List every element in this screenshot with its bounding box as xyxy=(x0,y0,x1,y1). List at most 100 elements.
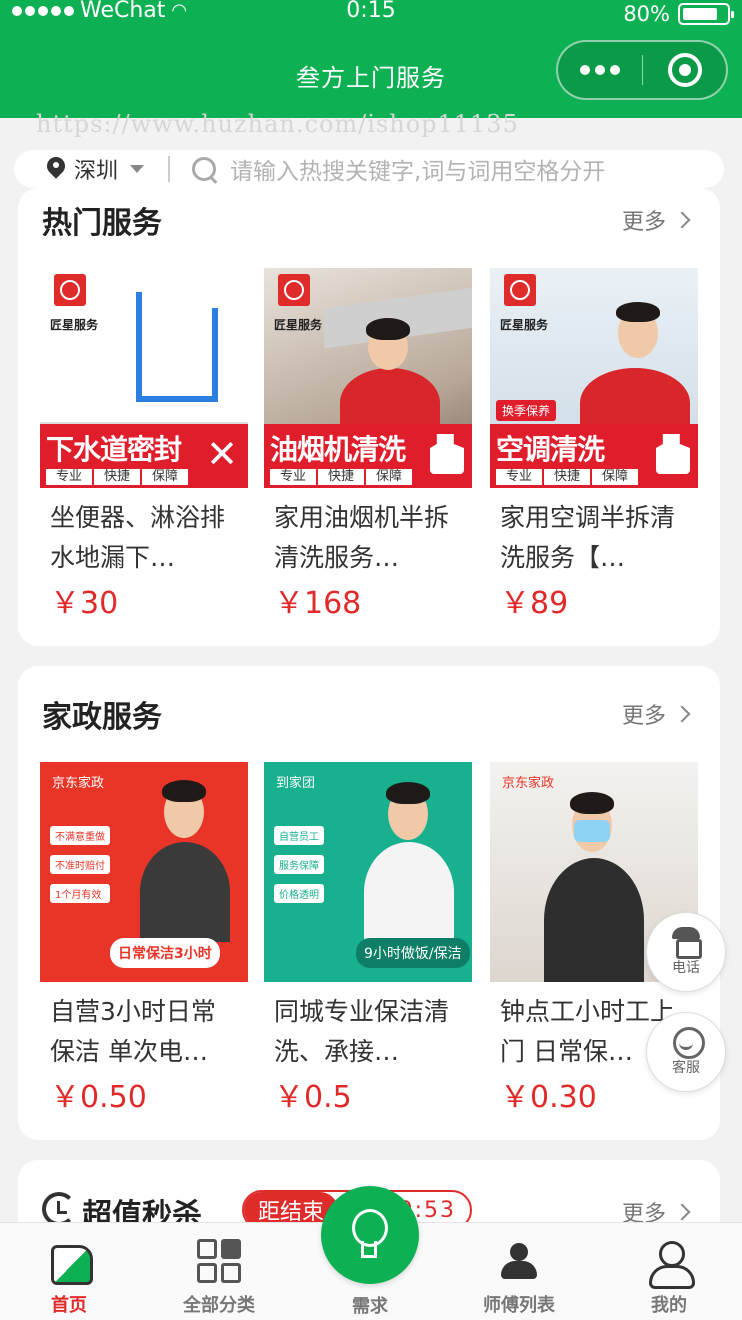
banner-title: 空调清洗 xyxy=(496,433,605,466)
chevron-right-icon xyxy=(673,211,691,229)
more-link[interactable]: 更多 xyxy=(621,698,691,730)
banner-title: 下水道密封 xyxy=(46,433,182,466)
feature-checklist: 自营员工 服务保障 价格透明 xyxy=(274,826,324,903)
more-menu-icon[interactable] xyxy=(558,65,642,75)
housekeeping-section: 家政服务 更多 京东家政 不满意重做 不准时赔付 1个月有效 日常保洁3小时 自… xyxy=(18,666,720,1140)
location-pin-icon xyxy=(46,157,66,181)
tab-masters[interactable]: 师傅列表 xyxy=(464,1223,574,1320)
feature-item: 不准时赔付 xyxy=(50,855,110,874)
cleaner-figure xyxy=(140,842,230,942)
search-input[interactable]: 请输入热搜关键字,词与词用空格分开 xyxy=(190,152,605,186)
spray-bottle-icon xyxy=(430,434,464,474)
tag: 专业 xyxy=(496,469,543,485)
tab-label: 我的 xyxy=(651,1295,687,1316)
tab-mine[interactable]: 我的 xyxy=(614,1223,724,1320)
product-card[interactable]: 京东家政 不满意重做 不准时赔付 1个月有效 日常保洁3小时 自营3小时日常保洁… xyxy=(40,762,248,1116)
tag: 保障 xyxy=(366,469,413,485)
cleaner-hair xyxy=(162,780,206,802)
customer-service-button[interactable]: 客服 xyxy=(646,1012,726,1092)
product-name: 家用空调半拆清洗服务【… xyxy=(500,503,676,572)
product-banner: 空调清洗 专业 快捷 保障 xyxy=(490,424,698,488)
hot-services-section: 热门服务 更多 匠星服务 下水道密封 专业 快捷 保障 ✕ 坐便器、淋浴排水地漏下…… xyxy=(18,188,720,646)
search-icon xyxy=(190,155,218,183)
demand-button[interactable] xyxy=(321,1186,419,1284)
cleaner-figure xyxy=(544,858,644,982)
tab-categories[interactable]: 全部分类 xyxy=(164,1223,274,1320)
cleaner-hair xyxy=(386,782,430,804)
product-price: ￥30 xyxy=(50,586,119,621)
close-miniprogram-button[interactable] xyxy=(643,53,726,87)
feature-checklist: 不满意重做 不准时赔付 1个月有效 xyxy=(50,826,110,903)
banner-tags: 专业 快捷 保障 xyxy=(270,469,413,485)
brand-logo: 京东家政 xyxy=(52,776,105,791)
phone-button[interactable]: 电话 xyxy=(646,912,726,992)
more-link[interactable]: 更多 xyxy=(621,204,691,236)
banner-title: 油烟机清洗 xyxy=(270,433,406,466)
tab-label: 师傅列表 xyxy=(483,1295,555,1316)
battery-icon xyxy=(678,3,734,25)
chevron-right-icon xyxy=(673,705,691,723)
product-card[interactable]: 匠星服务 油烟机清洗 专业 快捷 保障 家用油烟机半拆清洗服务… ￥168 xyxy=(264,268,472,622)
tag: 快捷 xyxy=(94,469,141,485)
product-banner: 油烟机清洗 专业 快捷 保障 xyxy=(264,424,472,488)
product-name: 同城专业保洁清洗、承接… xyxy=(274,997,450,1066)
miniprogram-capsule xyxy=(556,40,728,100)
team-icon xyxy=(497,1239,541,1283)
chevron-down-icon xyxy=(130,165,145,173)
section-title: 家政服务 xyxy=(42,700,162,735)
product-price: ￥0.5 xyxy=(274,1080,352,1115)
tag: 保障 xyxy=(142,469,189,485)
timer-icon xyxy=(42,1192,76,1226)
product-image: 匠星服务 下水道密封 专业 快捷 保障 ✕ xyxy=(40,268,248,488)
product-price: ￥0.50 xyxy=(50,1080,147,1115)
product-card[interactable]: 匠星服务 换季保养 空调清洗 专业 快捷 保障 家用空调半拆清洗服务【… ￥89 xyxy=(490,268,698,622)
feature-item: 服务保障 xyxy=(274,855,324,874)
tab-label: 全部分类 xyxy=(183,1295,255,1316)
cleaner-figure xyxy=(364,842,454,942)
product-name: 家用油烟机半拆清洗服务… xyxy=(274,503,450,572)
tag: 专业 xyxy=(270,469,317,485)
brand-logo: 京东家政 xyxy=(502,776,555,791)
search-bar: 深圳 请输入热搜关键字,词与词用空格分开 xyxy=(14,150,724,188)
brand-logo-icon xyxy=(504,274,536,306)
product-name: 自营3小时日常保洁 单次电… xyxy=(50,997,216,1066)
product-banner: 9小时做饭/保洁 xyxy=(356,938,470,968)
brand-logo-icon xyxy=(54,274,86,306)
product-image: 匠星服务 油烟机清洗 专业 快捷 保障 xyxy=(264,268,472,488)
technician-hair xyxy=(366,318,410,340)
tab-label: 首页 xyxy=(51,1295,87,1316)
grid-icon xyxy=(197,1239,241,1283)
more-label: 更多 xyxy=(621,210,666,235)
pipe-illustration xyxy=(136,396,218,402)
feature-item: 价格透明 xyxy=(274,884,324,903)
product-name: 坐便器、淋浴排水地漏下… xyxy=(50,503,226,572)
city-selector[interactable]: 深圳 xyxy=(14,153,145,185)
tag: 专业 xyxy=(46,469,93,485)
product-price: ￥89 xyxy=(500,586,569,621)
tab-home[interactable]: 首页 xyxy=(14,1223,124,1320)
brand-logo-icon xyxy=(278,274,310,306)
search-placeholder: 请输入热搜关键字,词与词用空格分开 xyxy=(230,159,606,185)
demand-label: 需求 xyxy=(352,1296,388,1317)
product-price: ￥168 xyxy=(274,586,362,621)
target-icon xyxy=(667,53,702,87)
brand-logo: 到家团 xyxy=(276,776,316,791)
city-label: 深圳 xyxy=(74,159,119,184)
header-bar: WeChat ◠ 0:15 80% 叁方上门服务 xyxy=(0,0,742,118)
product-image: 匠星服务 换季保养 空调清洗 专业 快捷 保障 xyxy=(490,268,698,488)
lightbulb-icon xyxy=(350,1207,390,1263)
divider xyxy=(168,156,171,182)
pipe-illustration xyxy=(212,308,218,402)
feature-item: 不满意重做 xyxy=(50,826,110,845)
product-image: 京东家政 不满意重做 不准时赔付 1个月有效 日常保洁3小时 xyxy=(40,762,248,982)
brand-name: 匠星服务 xyxy=(274,318,323,332)
tag: 快捷 xyxy=(544,469,591,485)
battery-status: 80% xyxy=(623,2,734,26)
more-label: 更多 xyxy=(621,704,666,729)
brand-name: 匠星服务 xyxy=(50,318,99,332)
product-card[interactable]: 匠星服务 下水道密封 专业 快捷 保障 ✕ 坐便器、淋浴排水地漏下… ￥30 xyxy=(40,268,248,622)
customer-service-label: 客服 xyxy=(672,1060,700,1076)
phone-label: 电话 xyxy=(672,960,700,976)
brand-name: 匠星服务 xyxy=(500,318,549,332)
product-card[interactable]: 到家团 自营员工 服务保障 价格透明 9小时做饭/保洁 同城专业保洁清洗、承接…… xyxy=(264,762,472,1116)
